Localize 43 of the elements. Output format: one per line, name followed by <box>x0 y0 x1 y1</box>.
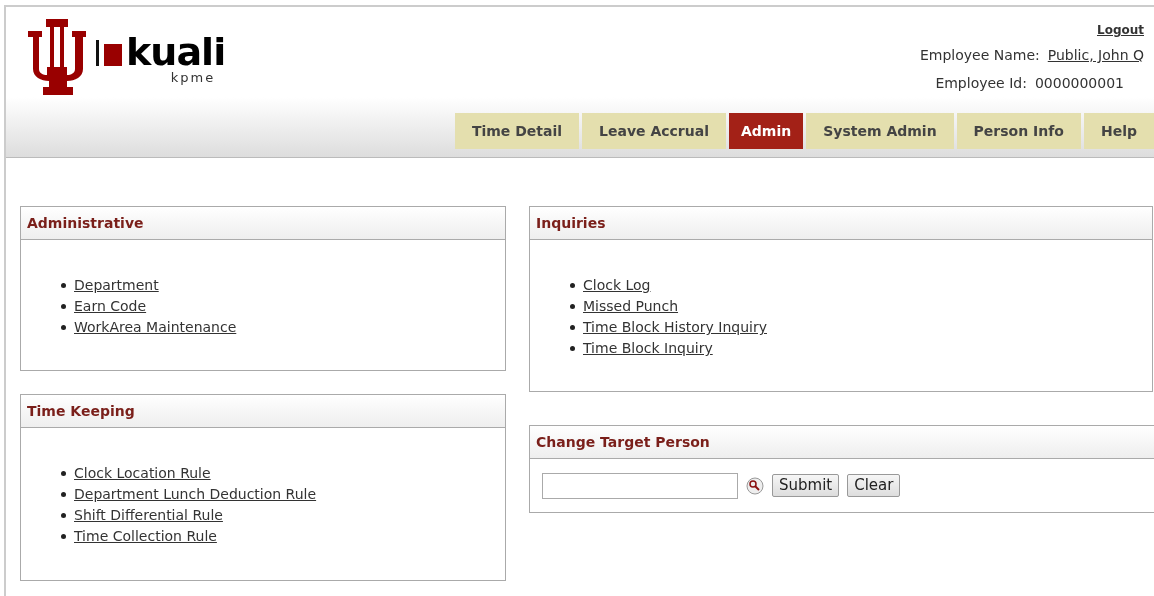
panel-title: Inquiries <box>536 213 606 233</box>
bullet-icon <box>570 283 575 288</box>
admin-link[interactable]: WorkArea Maintenance <box>74 317 237 338</box>
bullet-icon <box>61 471 66 476</box>
nav-tab[interactable]: Leave Accrual <box>582 113 726 149</box>
nav-tab[interactable]: System Admin <box>806 113 954 149</box>
employee-name-link[interactable]: Public, John Q <box>1047 45 1144 66</box>
logo-subtitle: kpme <box>170 71 216 84</box>
admin-link[interactable]: Department Lunch Deduction Rule <box>74 484 317 505</box>
bullet-icon <box>570 346 575 351</box>
bullet-icon <box>61 534 66 539</box>
admin-link[interactable]: Time Collection Rule <box>74 526 217 547</box>
panel-title: Administrative <box>27 213 144 233</box>
admin-link[interactable]: Clock Location Rule <box>74 463 211 484</box>
admin-link[interactable]: Clock Log <box>583 275 651 296</box>
panel-title: Change Target Person <box>536 432 710 452</box>
employee-id: 0000000001 <box>1034 74 1124 93</box>
panel-title: Time Keeping <box>27 401 135 421</box>
admin-link[interactable]: Shift Differential Rule <box>74 505 223 526</box>
search-icon[interactable] <box>746 476 764 495</box>
bullet-icon <box>570 304 575 309</box>
nav-tab[interactable]: Person Info <box>956 113 1081 149</box>
bullet-icon <box>570 325 575 330</box>
person-input-field[interactable] <box>542 472 738 499</box>
bullet-icon <box>61 325 66 330</box>
bullet-icon <box>61 492 66 497</box>
form-button[interactable]: Clear <box>847 474 901 497</box>
admin-link[interactable]: Missed Punch <box>583 296 679 317</box>
nav-tab[interactable]: Admin <box>729 113 804 149</box>
logout-link[interactable]: Logout <box>1097 21 1144 39</box>
form-button[interactable]: Submit <box>772 474 840 497</box>
admin-link[interactable]: Time Block Inquiry <box>583 338 713 359</box>
admin-link[interactable]: Earn Code <box>74 296 147 317</box>
bullet-icon <box>61 304 66 309</box>
admin-link[interactable]: Department <box>74 275 159 296</box>
logo-wordmark: kuali <box>126 33 226 71</box>
nav-tab[interactable]: Help <box>1083 113 1154 149</box>
admin-link[interactable]: Time Block History Inquiry <box>583 317 767 338</box>
employee-name-label: Employee Name: <box>919 46 1040 65</box>
employee-id-label: Employee Id: <box>935 74 1027 93</box>
bullet-icon <box>61 283 66 288</box>
bullet-icon <box>61 513 66 518</box>
nav-tab[interactable]: Time Detail <box>454 113 580 149</box>
